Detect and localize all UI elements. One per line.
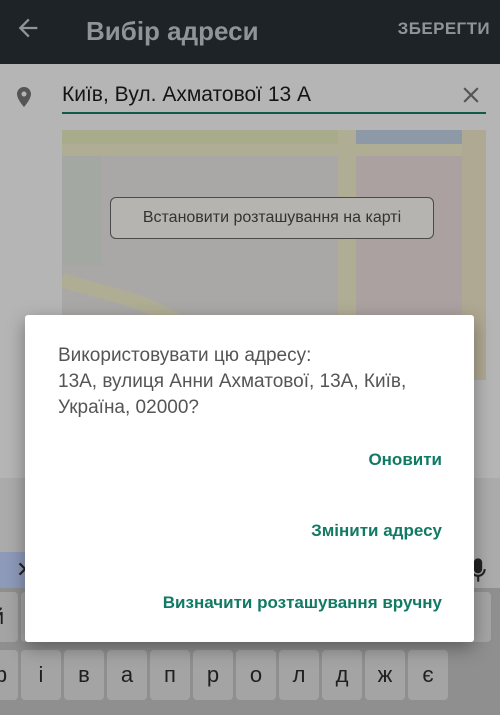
- address-input[interactable]: Київ, Вул. Ахматової 13 А: [62, 80, 452, 110]
- keyboard-key[interactable]: ж: [365, 650, 405, 700]
- dialog-message-line: Використовувати цю адресу:: [58, 345, 312, 366]
- page-title: Вибір адреси: [86, 16, 259, 46]
- dialog-message: Використовувати цю адресу: 13А, вулиця А…: [58, 343, 458, 421]
- keyboard-key[interactable]: п: [150, 650, 190, 700]
- dialog-message-line: Україна, 02000?: [58, 397, 199, 418]
- keyboard-key[interactable]: в: [64, 650, 104, 700]
- use-address-dialog: Використовувати цю адресу: 13А, вулиця А…: [25, 315, 474, 642]
- change-address-button[interactable]: Змінити адресу: [311, 520, 442, 542]
- app-bar: Вибір адреси ЗБЕРЕГТИ: [0, 0, 500, 64]
- keyboard-key[interactable]: ф: [0, 650, 18, 700]
- keyboard-key[interactable]: є: [408, 650, 448, 700]
- back-button[interactable]: [12, 12, 44, 44]
- refresh-button[interactable]: Оновити: [368, 449, 442, 471]
- keyboard-key[interactable]: р: [193, 650, 233, 700]
- set-location-manually-button[interactable]: Визначити розташування вручну: [163, 592, 442, 614]
- keyboard-key[interactable]: д: [322, 650, 362, 700]
- address-input-underline: [62, 112, 486, 114]
- keyboard-key[interactable]: а: [107, 650, 147, 700]
- arrow-left-icon: [18, 18, 38, 38]
- keyboard-key[interactable]: о: [236, 650, 276, 700]
- keyboard-key[interactable]: л: [279, 650, 319, 700]
- keyboard-key[interactable]: й: [0, 592, 18, 642]
- save-button[interactable]: ЗБЕРЕГТИ: [398, 18, 490, 40]
- keyboard-row-2: ф і в а п р о л д ж є: [0, 650, 500, 706]
- location-pin-icon: [17, 87, 31, 107]
- dialog-message-line: 13А, вулиця Анни Ахматової, 13А, Київ,: [58, 371, 407, 392]
- keyboard-key[interactable]: і: [21, 650, 61, 700]
- close-icon[interactable]: [458, 82, 484, 108]
- set-location-on-map-button[interactable]: Встановити розташування на карті: [110, 197, 434, 239]
